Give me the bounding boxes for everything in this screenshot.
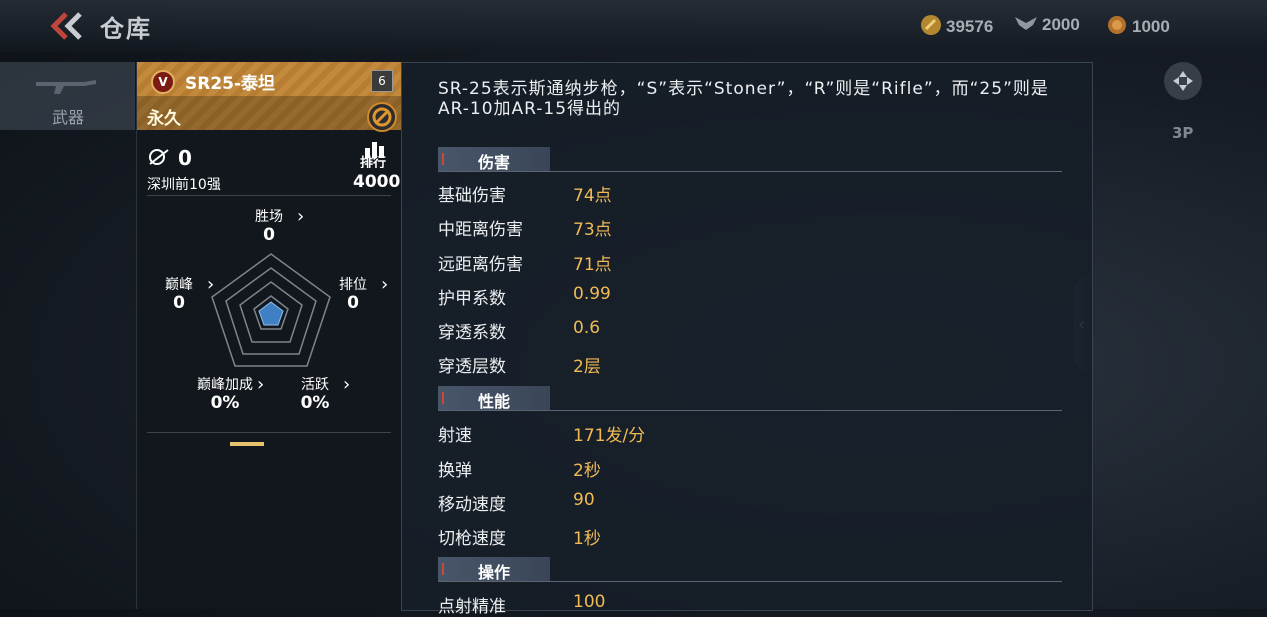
stat-peak: 巅峰 0 — [165, 277, 193, 313]
wings-currency[interactable]: 2000 — [1014, 14, 1080, 37]
city-rank: 深圳前10强 — [147, 177, 221, 193]
radar-value-shape — [258, 301, 284, 326]
stat-peak-bonus: 巅峰加成 0% — [197, 377, 253, 413]
page-indicator — [230, 442, 264, 446]
weapon-level: 6 — [371, 70, 393, 92]
back-button[interactable] — [48, 10, 88, 42]
gold-amount: 39576 — [946, 16, 994, 36]
stat-value: 0.99 — [573, 284, 611, 304]
stat-value: 2层 — [573, 357, 601, 377]
stat-ranked: 排位 0 — [339, 277, 367, 313]
section-performance: 性能 — [438, 386, 1062, 412]
dpad-icon — [1173, 71, 1193, 91]
wings-icon — [1014, 14, 1038, 37]
top-bar: 仓库 39576 2000 1000 — [0, 0, 1267, 52]
stat-label: 移动速度 — [438, 495, 506, 515]
divider — [147, 195, 391, 196]
divider — [147, 432, 391, 433]
kill-icon — [149, 149, 169, 165]
kill-count-value: 0 — [177, 146, 192, 170]
stat-value: 1秒 — [573, 529, 601, 549]
radar-chart — [211, 253, 331, 367]
section-damage: 伤害 — [438, 147, 1062, 173]
section-title: 操作 — [477, 563, 510, 582]
joystick-button[interactable] — [1164, 62, 1202, 100]
rank-value: 4000 — [353, 172, 401, 192]
stat-value: 73点 — [573, 220, 612, 240]
stat-label: 中距离伤害 — [438, 220, 523, 240]
stat-value: 90 — [573, 490, 595, 510]
tab-weapons-label: 武器 — [52, 108, 85, 127]
stat-wins: 胜场 0 — [255, 209, 283, 245]
stat-label: 切枪速度 — [438, 529, 506, 549]
activity-arrow-button[interactable]: › — [343, 374, 350, 395]
stat-activity: 活跃 0% — [300, 377, 330, 413]
stat-label: 换弹 — [438, 461, 472, 481]
stat-value: 71点 — [573, 255, 612, 275]
tab-weapons[interactable]: 武器 — [0, 62, 135, 130]
coin-currency[interactable]: 1000 — [1106, 14, 1170, 41]
stat-value: 74点 — [573, 186, 612, 206]
stat-label: 基础伤害 — [438, 186, 506, 206]
vip-badge-icon: V — [151, 70, 175, 94]
stat-label: 穿透层数 — [438, 357, 506, 377]
stat-value: 0.6 — [573, 318, 601, 338]
kill-count: 0 — [147, 146, 192, 170]
weapon-description: SR-25表示斯通纳步枪，“S”表示“Stoner”，“R”则是“Rifle”，… — [438, 79, 1049, 119]
page-title: 仓库 — [100, 15, 152, 43]
weapon-card-header: V SR25-泰坦 6 永久 — [137, 62, 401, 132]
stat-value: 2秒 — [573, 461, 601, 481]
section-title: 性能 — [477, 392, 510, 411]
stat-label: 穿透系数 — [438, 323, 506, 343]
section-handling: 操作 — [438, 557, 1062, 583]
stat-label: 护甲系数 — [438, 289, 506, 309]
stat-value: 171发/分 — [573, 426, 646, 446]
wins-arrow-button[interactable]: › — [297, 206, 304, 227]
weapon-info-panel: SR-25表示斯通纳步枪，“S”表示“Stoner”，“R”则是“Rifle”，… — [401, 62, 1093, 617]
stat-label: 点射精准 — [438, 597, 506, 617]
coin-icon — [1106, 14, 1128, 41]
gold-currency[interactable]: 39576 — [920, 14, 993, 41]
rifle-icon — [34, 72, 98, 100]
weapon-name: SR25-泰坦 — [185, 74, 276, 94]
coin-amount: 1000 — [1132, 16, 1170, 36]
view-toggle[interactable]: 3P — [1172, 124, 1193, 142]
section-title: 伤害 — [477, 153, 510, 172]
no-sign-icon[interactable] — [367, 102, 397, 132]
stat-value: 100 — [573, 592, 606, 612]
stat-label: 远距离伤害 — [438, 255, 523, 275]
rank-label: 排行 — [360, 155, 386, 168]
double-chevron-left-icon — [50, 12, 82, 40]
weapon-card: V SR25-泰坦 6 永久 0 深圳前10强 排行 4000 胜场 0 › 巅峰… — [136, 62, 401, 609]
leaderboard-icon[interactable]: 排行 — [359, 138, 393, 172]
weapon-duration: 永久 — [147, 109, 181, 129]
ranked-arrow-button[interactable]: › — [381, 274, 388, 295]
wings-amount: 2000 — [1042, 14, 1080, 34]
stat-label: 射速 — [438, 426, 472, 446]
gold-icon — [920, 14, 942, 41]
peak-bonus-arrow-button[interactable]: › — [257, 374, 264, 395]
